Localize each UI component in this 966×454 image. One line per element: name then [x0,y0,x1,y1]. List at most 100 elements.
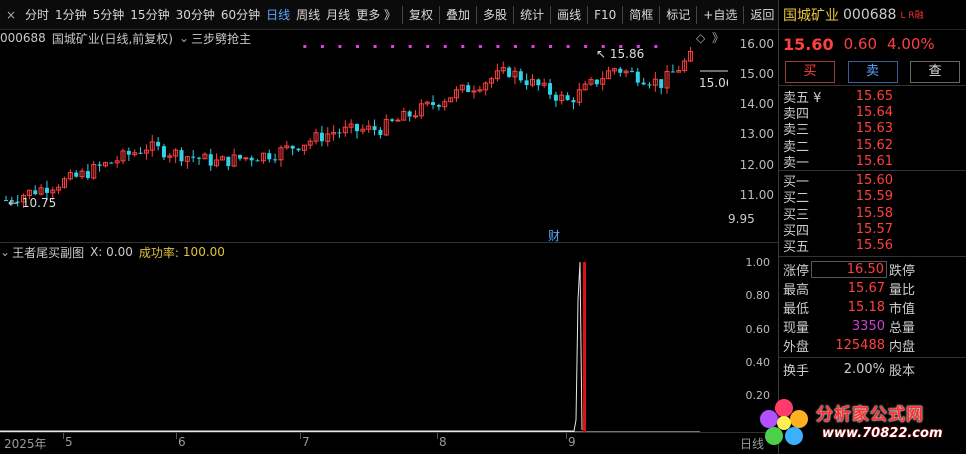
limit-up-label: 涨停 [783,263,810,279]
month-label: 9 [568,435,576,449]
signal-line [0,261,583,432]
total-volume-label: 总量 [889,320,916,336]
candle-body [319,132,324,142]
candle-body [565,95,570,101]
candle-body [44,187,49,193]
candle-body [571,100,576,103]
month-label: 6 [178,435,186,449]
order-book: 卖五 ¥15.65 卖四 15.64 卖三 15.63 卖二 15.62 卖一 15.6… [779,86,966,257]
signal-dot [549,45,553,48]
price-tick: 14.00 [739,97,774,111]
margin-flags: L R融 [900,11,924,21]
stock-name: 国城矿业 [783,7,839,24]
month-label: 5 [65,435,73,449]
candle-body [390,119,395,121]
candle-body [431,102,436,105]
sub-indicator-name[interactable]: 王者尾买副图 [12,244,84,261]
candle-body [208,154,213,166]
month-tick [63,433,64,439]
outer-volume-label: 外盘 [783,339,810,355]
candle-body [33,190,38,195]
volume-ratio-label: 量比 [889,282,916,298]
bid-price: 15.56 [855,238,893,254]
price-tick: 11.00 [739,188,774,202]
current-volume-value: 3350 [851,318,885,334]
candle-body [670,71,675,73]
candle-body [226,156,231,167]
candle-body [413,115,418,118]
month-tick [437,433,438,439]
stat-row: 最高 15.67 量比 [779,279,966,298]
stat-row: 最低 15.18 市值 [779,298,966,317]
chevron-down-icon[interactable]: ⌄ [0,245,10,259]
candlestick-chart[interactable]: ← 10.75 ↖ 15.86 15.06 财 ◇ 》 [0,0,728,454]
ask-price: 15.61 [855,153,893,169]
ask-label: 卖一 [783,155,810,171]
stat-row: 外盘 125488 内盘 [779,336,966,355]
candle-body [74,172,79,177]
price-tick: 9.95 [728,212,755,226]
price-tick: 15.00 [739,67,774,81]
signal-dot [566,45,570,48]
signal-dot [461,45,465,48]
limit-down-label: 跌停 [889,263,916,279]
bid-row: 买四 15.57 [779,221,966,239]
sell-button[interactable]: 卖 [847,60,898,83]
ask-row: 卖五 ¥15.65 [779,88,966,106]
bid-price: 15.57 [855,222,893,238]
signal-dot [408,45,412,48]
sub-tick: 0.40 [745,356,771,369]
low-value: 15.18 [847,299,885,315]
candle-body [255,160,260,162]
settings-icon: ◇ [696,31,706,45]
candle-body [372,126,377,130]
low-price-label: ← 10.75 [8,196,56,210]
stats-divider [779,356,966,358]
price-axis: 16.00 15.00 14.00 13.00 12.00 11.00 9.95 [728,30,778,242]
candle-body [553,94,558,101]
quote-panel: 国城矿业 000688 L R融 15.60 0.60 4.00% 买 卖 查 … [778,0,966,454]
signal-dot [443,45,447,48]
bid-label: 买五 [783,240,810,256]
candle-body [243,157,249,160]
candle-body [97,164,102,166]
success-rate-value: 100.00 [182,245,225,259]
candle-body [507,67,512,77]
back-button[interactable]: 返回 [747,6,777,23]
candle-body [635,71,640,83]
finance-mark: 财 [548,229,560,243]
panel-divider [0,242,778,243]
watermark-url: www.70822.com [822,426,943,441]
signal-dot [356,45,359,48]
month-tick [176,433,177,439]
current-price: 15.60 [783,34,834,54]
sub-chart-header: ⌄ 王者尾买副图 X: 0.00 成功率: 100.00 [0,244,231,260]
candle-body [618,68,623,73]
watermark-title: 分析家公式网 [816,405,924,425]
sub-tick: 0.80 [745,289,771,302]
market-cap-label: 市值 [889,301,916,317]
candle-body [647,84,652,86]
signal-dot [391,45,395,48]
bid-row: 买二 15.59 [779,189,966,206]
ask-row: 卖四 15.64 [779,104,966,122]
price-change-pct: 4.00% [887,35,935,53]
candle-body [161,146,166,158]
last-price-label: 15.06 [699,76,728,90]
candle-body [109,162,114,164]
candle-body [355,124,359,132]
candle-body [407,111,412,117]
candle-body [436,104,441,107]
candle-body [395,119,401,122]
bid-price: 15.59 [855,189,893,205]
candle-body [197,157,202,159]
high-price-label: ↖ 15.86 [596,47,644,61]
candle-body [518,71,523,81]
scroll-icon: 》 [712,31,724,45]
price-tick: 12.00 [739,158,774,172]
candle-body [641,82,646,85]
bid-price: 15.60 [855,173,893,189]
year-label: 2025年 [4,437,47,451]
buy-button[interactable]: 买 [785,60,835,83]
query-button[interactable]: 查 [910,60,960,83]
